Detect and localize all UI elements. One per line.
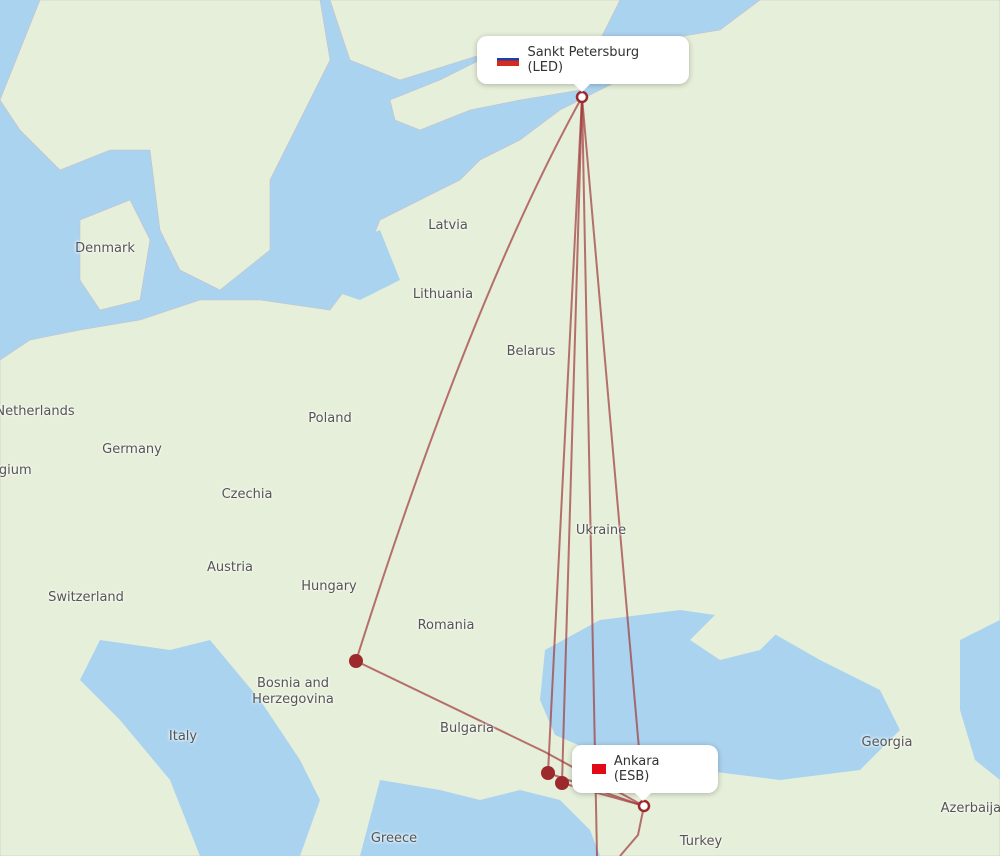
country-label: Greece bbox=[370, 831, 418, 846]
country-label: Ukraine bbox=[575, 523, 627, 538]
origin-callout[interactable]: Sankt Petersburg (LED) bbox=[477, 36, 689, 92]
country-label: Poland bbox=[308, 411, 352, 426]
country-label: Azerbaijan bbox=[940, 801, 1000, 816]
country-label: Turkey bbox=[679, 834, 723, 849]
country-label: Germany bbox=[102, 442, 162, 457]
istanbul-saw-marker bbox=[555, 776, 569, 790]
country-label: Switzerland bbox=[48, 590, 124, 605]
origin-marker bbox=[575, 90, 589, 104]
country-label: Bulgaria bbox=[440, 721, 494, 736]
country-label: Belgium bbox=[0, 463, 32, 478]
country-label: Latvia bbox=[428, 218, 468, 233]
destination-marker bbox=[637, 799, 651, 813]
country-label: Czechia bbox=[221, 487, 273, 502]
country-label: Austria bbox=[207, 560, 253, 575]
destination-callout[interactable]: Ankara (ESB) bbox=[572, 745, 718, 801]
destination-label: Ankara (ESB) bbox=[613, 754, 660, 784]
country-label: Lithuania bbox=[412, 287, 474, 302]
origin-label: Sankt Petersburg (LED) bbox=[527, 45, 640, 75]
country-label: Italy bbox=[168, 729, 198, 744]
country-label: Bosnia and Herzegovina bbox=[252, 676, 334, 707]
map-canvas[interactable] bbox=[0, 0, 1000, 856]
belgrade-marker bbox=[349, 654, 363, 668]
country-label: Belarus bbox=[506, 344, 556, 359]
russia-flag-icon bbox=[497, 54, 520, 66]
country-label: Netherlands bbox=[0, 404, 75, 419]
country-label: Georgia bbox=[861, 735, 913, 750]
country-label: Denmark bbox=[75, 241, 135, 256]
istanbul-marker bbox=[541, 766, 555, 780]
country-label: Hungary bbox=[301, 579, 357, 594]
turkey-flag-icon bbox=[592, 764, 606, 774]
country-label: Romania bbox=[417, 618, 475, 633]
